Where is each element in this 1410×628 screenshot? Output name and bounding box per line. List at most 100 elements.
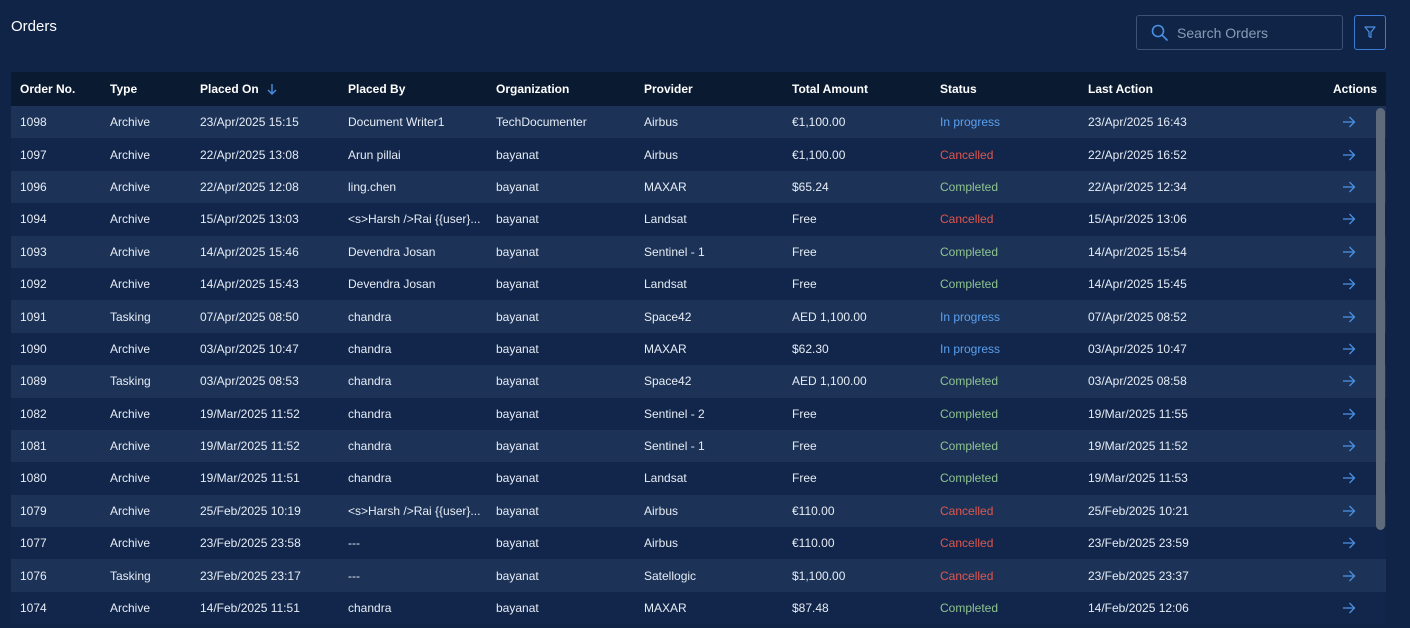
scrollbar-thumb[interactable] [1376,108,1385,530]
table-row[interactable]: 1082 Archive 19/Mar/2025 11:52 chandra bayan… [11,397,1386,430]
organization-cell: bayanat [496,147,539,162]
arrow-right-icon[interactable] [1342,246,1377,258]
status-cell: Completed [940,179,999,194]
table-row[interactable]: 1080 Archive 19/Mar/2025 11:51 chandra bayan… [11,462,1386,495]
status-cell: Cancelled [940,212,994,227]
last-action-cell: 23/Apr/2025 16:43 [1088,115,1187,130]
organization-cell: bayanat [496,277,539,292]
table-row[interactable]: 1076 Tasking 23/Feb/2025 23:17 --- bayanat Sa… [11,559,1386,592]
col-last-action[interactable]: Last Action [1079,82,1299,96]
provider-cell: Satellogic [644,568,697,583]
arrow-right-icon[interactable] [1342,278,1377,290]
orders-table: Order No. Type Placed On Placed By Organ… [11,72,1386,628]
arrow-right-icon[interactable] [1342,602,1377,614]
order-no-cell: 1089 [20,374,47,389]
filter-button[interactable] [1354,15,1386,50]
arrow-right-icon[interactable] [1342,440,1377,452]
type-cell: Archive [110,601,151,616]
table-row[interactable]: 1092 Archive 14/Apr/2025 15:43 Devendra Jos… [11,267,1386,301]
table-row[interactable]: 1074 Archive 14/Feb/2025 11:51 chandra bayan… [11,591,1386,625]
table-row[interactable]: 1077 Archive 23/Feb/2025 23:58 --- bayanat Ai… [11,527,1386,560]
placed-on-cell: 14/Apr/2025 15:43 [200,277,299,292]
provider-cell: Airbus [644,115,679,130]
order-no-cell: 1082 [20,406,47,421]
order-no-cell: 1093 [20,244,47,259]
table-row[interactable]: 1093 Archive 14/Apr/2025 15:46 Devendra Jos… [11,235,1386,268]
order-no-cell: 1080 [20,471,47,486]
order-no-cell: 1077 [20,536,47,551]
arrow-right-icon[interactable] [1342,311,1377,323]
col-placed-on[interactable]: Placed On [191,82,339,96]
page-title: Orders [11,18,57,35]
table-row[interactable]: 1090 Archive 03/Apr/2025 10:47 chandra bayan… [11,332,1386,366]
actions-cell [1299,343,1386,355]
type-cell: Archive [110,115,151,130]
col-actions: Actions [1332,82,1377,96]
last-action-cell: 03/Apr/2025 08:58 [1088,374,1187,389]
last-action-cell: 23/Feb/2025 23:59 [1088,536,1189,551]
arrow-right-icon[interactable] [1342,537,1377,549]
sort-arrow-down-icon[interactable] [267,83,277,95]
arrow-right-icon[interactable] [1342,116,1377,128]
table-row[interactable]: 1079 Archive 25/Feb/2025 10:19 <s>Harsh />R… [11,494,1386,528]
table-row[interactable]: 1098 Archive 23/Apr/2025 15:15 Document Wri… [11,106,1386,139]
table-row[interactable]: 1081 Archive 19/Mar/2025 11:52 chandra bayan… [11,429,1386,463]
table-header: Order No. Type Placed On Placed By Organ… [11,72,1386,106]
placed-by-cell: chandra [348,471,392,486]
placed-on-cell: 03/Apr/2025 10:47 [200,341,299,356]
organization-cell: bayanat [496,536,539,551]
organization-cell: TechDocumenter [496,115,587,130]
col-organization[interactable]: Organization [487,82,635,96]
status-cell: Completed [940,277,999,292]
status-cell: Completed [940,601,999,616]
last-action-cell: 03/Apr/2025 10:47 [1088,341,1187,356]
search-box[interactable] [1136,15,1343,50]
last-action-cell: 19/Mar/2025 11:55 [1088,406,1188,421]
col-placed-by[interactable]: Placed By [339,82,487,96]
arrow-right-icon[interactable] [1342,181,1377,193]
arrow-right-icon[interactable] [1342,472,1377,484]
col-type[interactable]: Type [101,82,191,96]
provider-cell: MAXAR [644,341,687,356]
type-cell: Archive [110,212,151,227]
table-row[interactable]: 1089 Tasking 03/Apr/2025 08:53 chandra bayan… [11,365,1386,398]
provider-cell: Sentinel - 1 [644,244,705,259]
placed-by-cell: chandra [348,309,392,324]
provider-cell: Sentinel - 1 [644,439,705,454]
placed-on-cell: 14/Apr/2025 15:46 [200,244,299,259]
table-row[interactable]: 1094 Archive 15/Apr/2025 13:03 <s>Harsh />R… [11,203,1386,236]
arrow-right-icon[interactable] [1342,570,1377,582]
provider-cell: Landsat [644,471,687,486]
table-body: 1098 Archive 23/Apr/2025 15:15 Document Wri… [11,106,1386,625]
last-action-cell: 14/Apr/2025 15:45 [1088,277,1187,292]
placed-by-cell: chandra [348,406,392,421]
col-provider[interactable]: Provider [635,82,783,96]
provider-cell: Landsat [644,212,687,227]
col-total-amount[interactable]: Total Amount [783,82,931,96]
search-input[interactable] [1177,24,1327,41]
actions-cell [1299,311,1386,323]
col-order-no[interactable]: Order No. [11,82,101,96]
status-cell: In progress [940,341,1001,356]
organization-cell: bayanat [496,244,539,259]
arrow-right-icon[interactable] [1342,375,1377,387]
table-row[interactable]: 1096 Archive 22/Apr/2025 12:08 ling.chen bay… [11,170,1386,204]
table-row[interactable]: 1091 Tasking 07/Apr/2025 08:50 chandra bayan… [11,300,1386,333]
placed-on-cell: 15/Apr/2025 13:03 [200,212,299,227]
total-amount-cell: Free [792,406,817,421]
placed-by-cell: ling.chen [348,179,397,194]
total-amount-cell: $1,100.00 [792,568,846,583]
arrow-right-icon[interactable] [1342,408,1377,420]
total-amount-cell: Free [792,212,817,227]
placed-by-cell: <s>Harsh />Rai {{user}... [348,503,481,518]
arrow-right-icon[interactable] [1342,213,1377,225]
type-cell: Archive [110,244,151,259]
col-status[interactable]: Status [931,82,1079,96]
table-row[interactable]: 1097 Archive 22/Apr/2025 13:08 Arun pillai b… [11,138,1386,171]
arrow-right-icon[interactable] [1342,505,1377,517]
type-cell: Archive [110,503,151,518]
arrow-right-icon[interactable] [1342,149,1377,161]
type-cell: Archive [110,277,151,292]
type-cell: Tasking [110,309,151,324]
arrow-right-icon[interactable] [1342,343,1377,355]
